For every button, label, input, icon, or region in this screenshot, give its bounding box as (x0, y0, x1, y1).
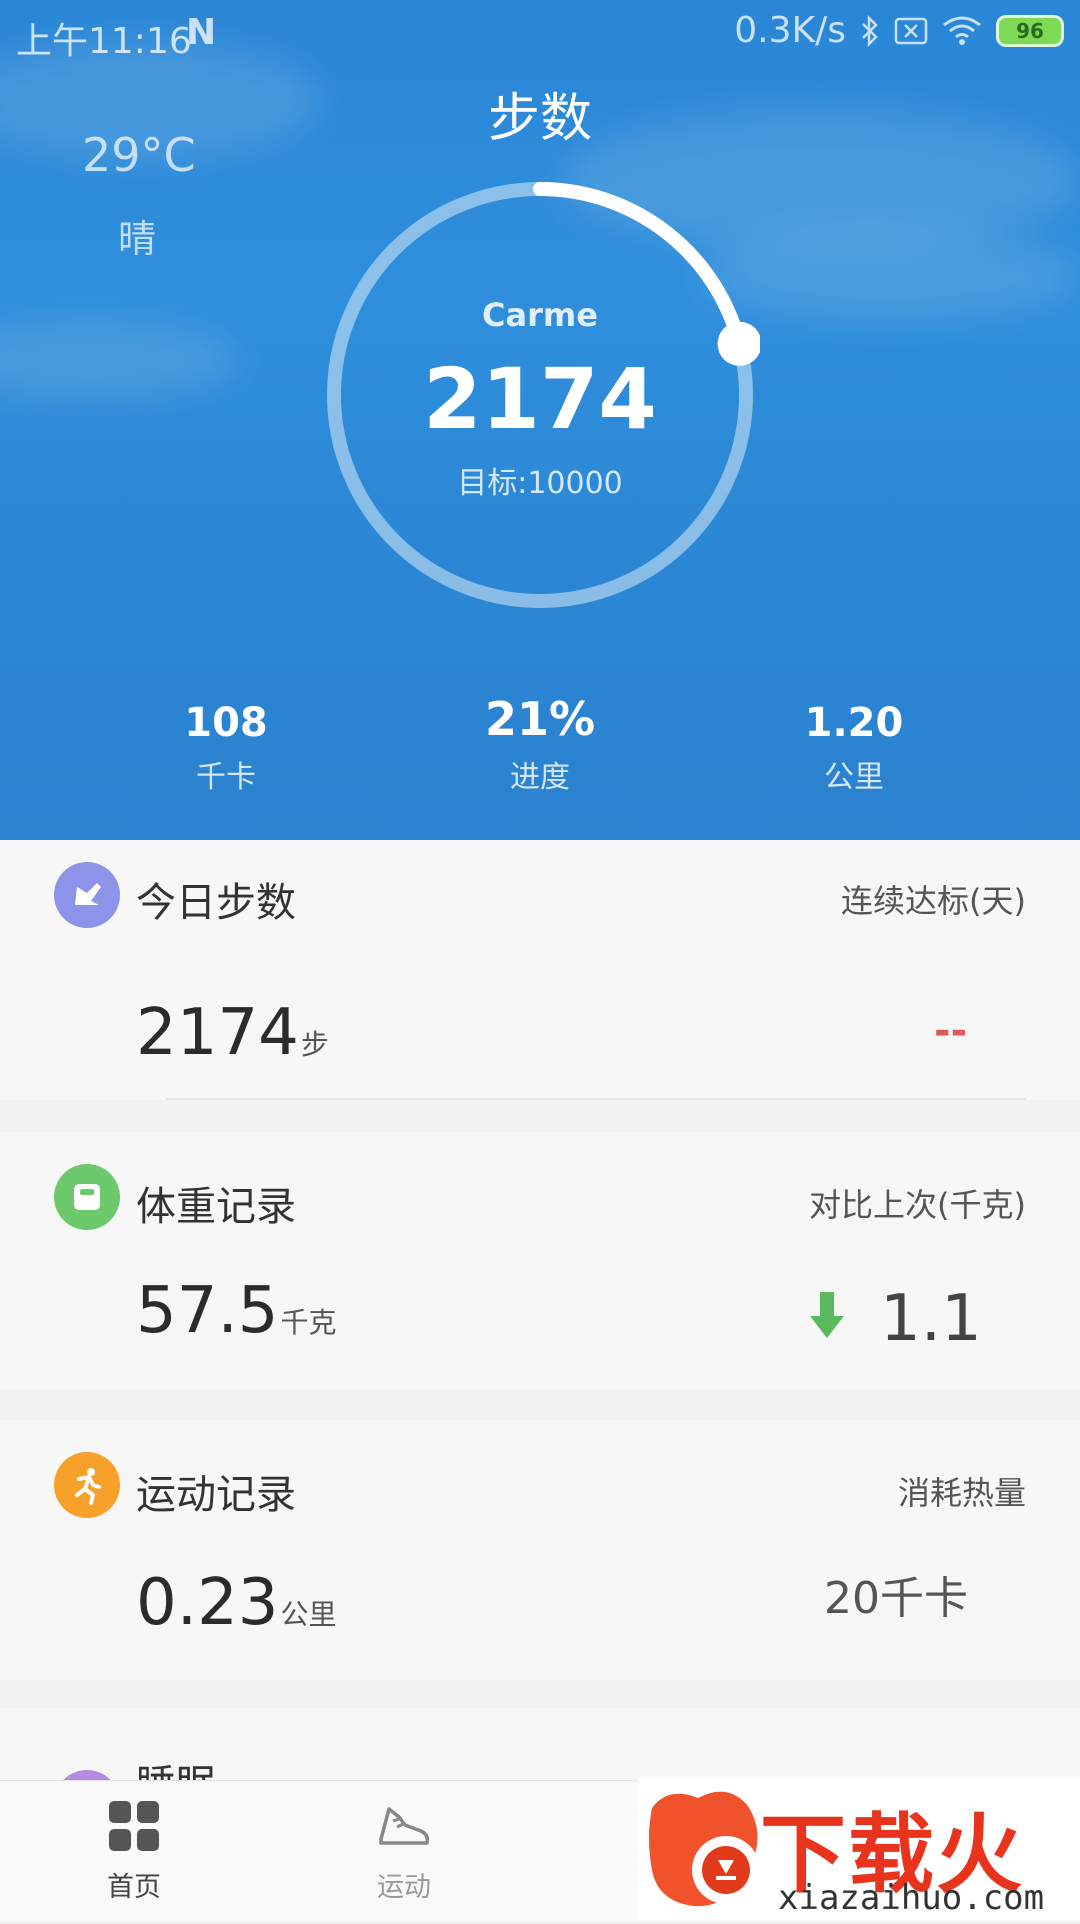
steps-card-value: 2174步 (136, 996, 329, 1070)
sleep-card-icon (54, 1770, 120, 1780)
status-time: 上午11:16 (16, 21, 192, 62)
hero-panel: 上午11:16 N 0.3K/s 96 步数 29°C 晴 Carme 2174… (0, 0, 1080, 840)
exercise-unit: 公里 (280, 1598, 337, 1631)
weight-unit: 千克 (280, 1306, 337, 1339)
steps-value: 2174 (136, 996, 299, 1070)
exercise-value: 0.23 (136, 1566, 279, 1640)
watermark-logo: 下载火 xiazaihuo.com (638, 1778, 1080, 1920)
exercise-card-value: 0.23公里 (136, 1566, 337, 1640)
watermark-url: xiazaihuo.com (778, 1878, 1045, 1918)
running-icon (75, 1468, 101, 1505)
scale-icon (74, 1184, 100, 1210)
steps-unit: 步 (300, 1028, 329, 1061)
steps-card-icon (54, 862, 120, 928)
weather-temperature: 29°C (82, 128, 196, 182)
calories-burned: 20千卡 (824, 1573, 968, 1624)
step-goal: 目标:10000 (457, 466, 623, 501)
exercise-card-subtitle: 消耗热量 (897, 1474, 1026, 1512)
exercise-card[interactable]: 运动记录 消耗热量 0.23公里 20千卡 (0, 1420, 1080, 1680)
progress-label: 进度 (510, 760, 570, 795)
weight-card-icon (54, 1164, 120, 1230)
weight-card-title: 体重记录 (136, 1184, 296, 1230)
wifi-icon (943, 16, 981, 45)
progress-stat: 21% 进度 (410, 692, 670, 796)
exercise-card-title: 运动记录 (136, 1472, 296, 1518)
status-bar: 上午11:16 N 0.3K/s 96 (0, 0, 1080, 70)
distance-value: 1.20 (804, 700, 904, 746)
weight-change: 1.1 (880, 1282, 982, 1356)
calories-stat: 108 千卡 (96, 700, 356, 796)
arrow-down-icon (810, 1292, 844, 1338)
today-steps-card[interactable]: 今日步数 连续达标(天) 2174步 -- (0, 840, 1080, 1100)
distance-label: 公里 (824, 760, 884, 795)
calories-value: 108 (184, 700, 268, 746)
weight-value: 57.5 (136, 1274, 279, 1348)
sleep-card[interactable]: 睡眠 (0, 1708, 1080, 1780)
net-speed: 0.3K/s (734, 10, 846, 51)
weather-condition: 晴 (118, 217, 157, 261)
sim-icon (894, 17, 928, 44)
nav-sport[interactable]: 运动 (334, 1799, 474, 1904)
steps-card-subtitle: 连续达标(天) (841, 882, 1026, 920)
nav-sport-label: 运动 (377, 1872, 431, 1903)
nav-home[interactable]: 首页 (64, 1799, 204, 1904)
shoe-icon (75, 883, 101, 905)
steps-card-title: 今日步数 (136, 880, 296, 926)
bluetooth-icon (862, 14, 878, 47)
exercise-card-icon (54, 1452, 120, 1518)
weight-card-value: 57.5千克 (136, 1274, 337, 1348)
progress-value: 21% (484, 692, 596, 746)
notification-icon: N (186, 12, 217, 53)
distance-stat: 1.20 公里 (724, 700, 984, 796)
battery-icon: 96 (996, 14, 1064, 47)
nav-home-label: 首页 (107, 1872, 161, 1903)
device-name: Carme (482, 296, 598, 334)
weight-card[interactable]: 体重记录 对比上次(千克) 57.5千克 1.1 (0, 1132, 1080, 1390)
weight-card-subtitle: 对比上次(千克) (809, 1186, 1026, 1224)
streak-days: -- (934, 1008, 968, 1054)
step-count: 2174 (423, 350, 657, 448)
grid-icon (109, 1801, 159, 1851)
sleep-card-title: 睡眠 (136, 1752, 216, 1780)
shoe-icon (379, 1807, 430, 1845)
calories-label: 千卡 (196, 760, 256, 795)
divider (166, 1098, 1026, 1100)
